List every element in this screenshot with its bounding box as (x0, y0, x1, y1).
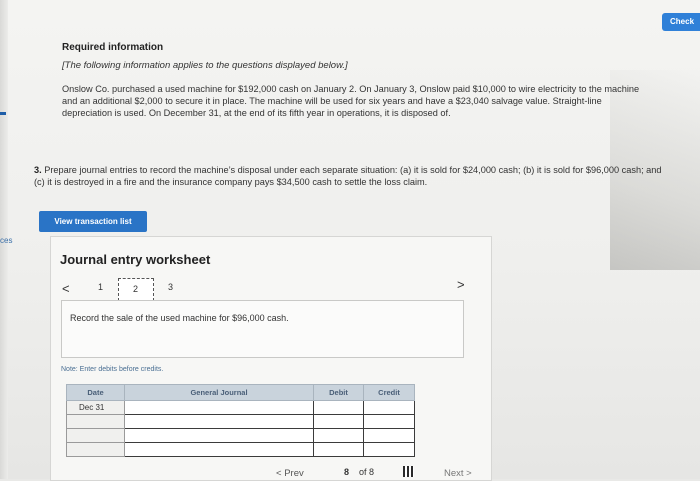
page-counter: 8 of 8 (344, 467, 374, 477)
account-input[interactable] (124, 428, 314, 443)
page-tab-2-label: 2 (133, 284, 139, 294)
credit-input[interactable] (363, 428, 415, 443)
instruction-box (61, 300, 464, 358)
chevron-right-icon: > (463, 468, 472, 479)
journal-table: Date General Journal Debit Credit Dec 31 (66, 384, 415, 457)
note-text: Note: Enter debits before credits. (61, 366, 164, 373)
worksheet-title: Journal entry worksheet (60, 252, 211, 267)
debit-input[interactable] (313, 414, 364, 429)
info-body: Onslow Co. purchased a used machine for … (62, 84, 640, 118)
table-row (66, 442, 415, 457)
chevron-left-icon: < (276, 468, 285, 479)
view-transaction-list-button[interactable]: View transaction list (39, 211, 147, 232)
debit-input[interactable] (313, 442, 364, 457)
next-label: Next (444, 468, 464, 479)
account-input[interactable] (124, 442, 314, 457)
column-header-general-journal: General Journal (124, 384, 314, 401)
date-cell (66, 414, 125, 429)
info-subtitle: [The following information applies to th… (62, 60, 348, 71)
prev-label: Prev (284, 468, 304, 479)
info-title: Required information (62, 42, 164, 53)
next-button[interactable]: Next > (444, 468, 472, 479)
prev-button[interactable]: < Prev (276, 468, 304, 479)
chevron-right-icon[interactable]: > (457, 277, 465, 292)
column-header-debit: Debit (313, 384, 364, 401)
page-tab-1[interactable]: 1 (98, 282, 103, 292)
table-row (66, 414, 415, 429)
page-total: of 8 (359, 467, 375, 477)
date-cell (66, 442, 125, 457)
credit-input[interactable] (363, 442, 415, 457)
sidebar-marker (0, 112, 6, 115)
account-input[interactable] (124, 400, 314, 415)
credit-input[interactable] (363, 414, 415, 429)
credit-input[interactable] (363, 400, 415, 415)
journal-header-row: Date General Journal Debit Credit (66, 384, 415, 401)
question-number: 3. (34, 165, 42, 175)
instruction-text: Record the sale of the used machine for … (70, 313, 289, 323)
sidebar-edge-label: ces (0, 236, 13, 245)
debit-input[interactable] (313, 400, 364, 415)
question-body: Prepare journal entries to record the ma… (34, 165, 662, 187)
account-input[interactable] (124, 414, 314, 429)
grid-icon[interactable] (403, 466, 414, 477)
table-row (66, 428, 415, 443)
date-cell (66, 428, 125, 443)
column-header-date: Date (66, 384, 125, 401)
check-button[interactable]: Check (662, 13, 700, 31)
current-page: 8 (344, 467, 350, 477)
column-header-credit: Credit (363, 384, 415, 401)
chevron-left-icon[interactable]: < (62, 281, 70, 296)
question-text: 3. Prepare journal entries to record the… (34, 164, 674, 188)
page-tab-3[interactable]: 3 (168, 282, 173, 292)
date-cell: Dec 31 (66, 400, 125, 415)
debit-input[interactable] (313, 428, 364, 443)
table-row: Dec 31 (66, 400, 415, 415)
